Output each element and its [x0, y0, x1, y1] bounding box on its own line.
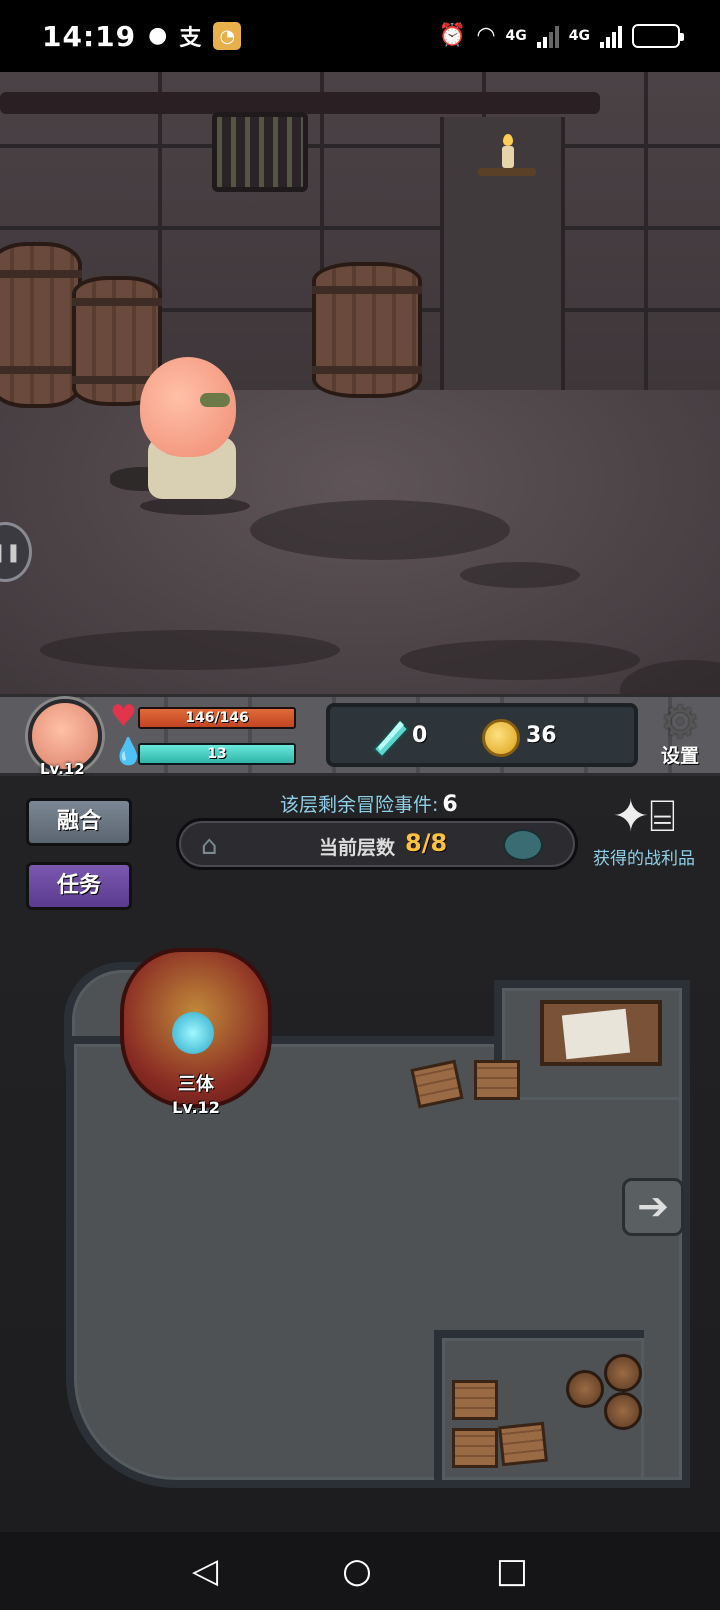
- wifi-icon: ◠: [476, 23, 496, 48]
- arrow-right-icon: ➔: [637, 1184, 669, 1228]
- mp-text: 13: [207, 746, 227, 762]
- enemy-core: [172, 1012, 214, 1054]
- current-floor-value: 8/8: [405, 829, 448, 857]
- barrel: [0, 242, 82, 408]
- remaining-events-value: 6: [442, 792, 458, 817]
- current-floor-label: 当前层数: [319, 837, 396, 859]
- loot-label: 获得的战利品: [593, 849, 695, 869]
- crystal-count: 0: [412, 723, 428, 748]
- signal-4g-icon: [536, 24, 559, 48]
- home-icon: ⌂: [201, 831, 218, 861]
- status-right: ⏰ ◠ 4G 4G: [438, 23, 684, 48]
- barrel: [604, 1392, 642, 1430]
- floor-puddle: [250, 500, 510, 560]
- mp-bar: 13: [138, 743, 296, 765]
- hud-bar: Lv.12 ♥ 146/146 💧 13 0 36 ⚙ 设置: [0, 694, 720, 778]
- pause-icon: ❚❚: [0, 541, 21, 563]
- signal-4g-label-2: 4G: [568, 28, 590, 44]
- gear-icon: ⚙: [660, 697, 700, 748]
- signal-4g-label-1: 4G: [505, 28, 527, 44]
- game-scene[interactable]: ❚❚: [0, 72, 720, 694]
- boss-icon: [503, 829, 543, 861]
- crystal-icon: [370, 719, 410, 759]
- floor-puddle: [400, 640, 640, 680]
- mana-drop-icon: 💧: [112, 737, 145, 767]
- alipay-icon: 支: [179, 26, 202, 51]
- hp-text: 146/146: [185, 710, 249, 726]
- enemy-name: 三体: [178, 1074, 214, 1095]
- status-time: 14:19: [42, 19, 137, 53]
- home-circle-icon[interactable]: ○: [342, 1554, 372, 1588]
- candle-shelf: [478, 134, 536, 182]
- loot-button[interactable]: ✦⌸ 获得的战利品: [584, 790, 704, 869]
- next-room-button[interactable]: ➔: [622, 1178, 684, 1236]
- status-left: 14:19 ● 支 ◔: [42, 19, 242, 53]
- floor-progress-bar: ⌂ 当前层数 8/8: [176, 818, 578, 870]
- barrel: [312, 262, 422, 398]
- barrel: [604, 1354, 642, 1392]
- heart-icon: ♥: [110, 699, 137, 734]
- crate: [498, 1421, 548, 1467]
- player-character: [100, 357, 280, 517]
- settings-label: 设置: [660, 745, 699, 767]
- coin-count: 36: [526, 723, 557, 748]
- ceiling-pipe: [0, 92, 600, 114]
- shelf: [478, 168, 536, 176]
- enemy-token[interactable]: 三体 Lv.12: [110, 942, 282, 1152]
- status-bar: 14:19 ● 支 ◔ ⏰ ◠ 4G 4G: [0, 0, 720, 72]
- coin-icon: [482, 719, 520, 757]
- candle: [502, 146, 514, 168]
- resource-panel: 0 36: [326, 703, 638, 767]
- back-icon[interactable]: ◁: [192, 1554, 218, 1588]
- alarm-icon: ⏰: [438, 23, 467, 48]
- barred-window: [212, 112, 308, 192]
- floor-puddle: [460, 562, 580, 588]
- remaining-events-label: 该层剩余冒险事件:: [280, 794, 439, 816]
- system-nav-bar: ◁ ○ □: [0, 1532, 720, 1610]
- crate: [452, 1428, 498, 1468]
- app-notification-icon: ◔: [213, 22, 242, 50]
- treasure-chest-icon: ✦⌸: [612, 791, 676, 842]
- signal-4g-icon: [600, 24, 622, 48]
- settings-button[interactable]: ⚙ 设置: [650, 701, 710, 773]
- desk: [540, 1000, 662, 1066]
- flame: [503, 134, 513, 146]
- wechat-icon: ●: [148, 23, 168, 48]
- crate: [474, 1060, 520, 1100]
- battery-low-icon: [632, 24, 684, 48]
- quest-button[interactable]: 任务: [26, 862, 132, 910]
- merge-button[interactable]: 融合: [26, 798, 132, 846]
- enemy-level: Lv.12: [172, 1098, 220, 1117]
- crate: [452, 1380, 498, 1420]
- barrel: [566, 1370, 604, 1408]
- remaining-events: 该层剩余冒险事件: 6: [280, 790, 458, 817]
- recents-icon[interactable]: □: [496, 1554, 528, 1588]
- hp-bar: 146/146: [138, 707, 296, 729]
- floor-puddle: [40, 630, 340, 670]
